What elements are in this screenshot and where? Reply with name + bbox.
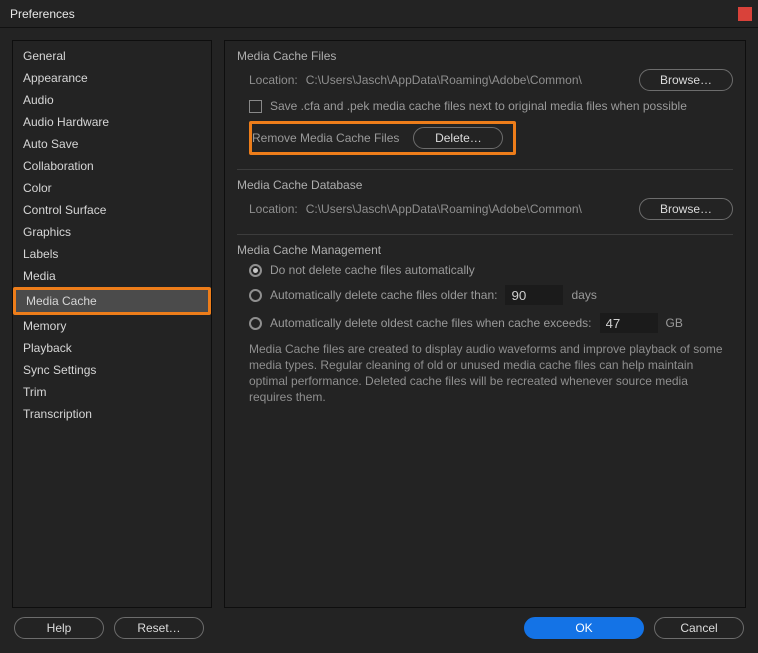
titlebar: Preferences (0, 0, 758, 28)
management-info: Media Cache files are created to display… (249, 341, 729, 405)
sidebar-item-auto-save[interactable]: Auto Save (13, 133, 211, 155)
dialog-footer: Help Reset… OK Cancel (0, 608, 758, 648)
radio-label: Automatically delete cache files older t… (270, 288, 497, 302)
ok-button[interactable]: OK (524, 617, 644, 639)
sidebar-item-sync-settings[interactable]: Sync Settings (13, 359, 211, 381)
highlight-remove-cache: Remove Media Cache Files Delete… (249, 121, 516, 155)
help-button[interactable]: Help (14, 617, 104, 639)
sidebar-item-general[interactable]: General (13, 45, 211, 67)
cancel-button[interactable]: Cancel (654, 617, 744, 639)
reset-button[interactable]: Reset… (114, 617, 204, 639)
days-input[interactable] (505, 285, 563, 305)
sidebar-item-color[interactable]: Color (13, 177, 211, 199)
close-icon[interactable] (738, 7, 752, 21)
section-cache-db: Media Cache Database Location: C:\Users\… (237, 178, 733, 220)
save-next-to-label: Save .cfa and .pek media cache files nex… (270, 99, 687, 113)
location-label: Location: (249, 202, 298, 216)
sidebar-item-playback[interactable]: Playback (13, 337, 211, 359)
browse-button[interactable]: Browse… (639, 69, 733, 91)
sidebar-item-collaboration[interactable]: Collaboration (13, 155, 211, 177)
sidebar-item-media-cache[interactable]: Media Cache (16, 290, 208, 312)
section-cache-files: Media Cache Files Location: C:\Users\Jas… (237, 49, 733, 155)
highlight-media-cache: Media Cache (13, 287, 211, 315)
section-title: Media Cache Management (237, 243, 733, 257)
radio-do-not-delete[interactable] (249, 264, 262, 277)
sidebar-item-audio-hardware[interactable]: Audio Hardware (13, 111, 211, 133)
radio-label: Automatically delete oldest cache files … (270, 316, 592, 330)
cache-files-path: C:\Users\Jasch\AppData\Roaming\Adobe\Com… (306, 73, 631, 87)
sidebar-item-audio[interactable]: Audio (13, 89, 211, 111)
sidebar-item-control-surface[interactable]: Control Surface (13, 199, 211, 221)
delete-button[interactable]: Delete… (413, 127, 503, 149)
cache-db-path: C:\Users\Jasch\AppData\Roaming\Adobe\Com… (306, 202, 631, 216)
preferences-sidebar: General Appearance Audio Audio Hardware … (12, 40, 212, 608)
sidebar-item-transcription[interactable]: Transcription (13, 403, 211, 425)
preferences-main: Media Cache Files Location: C:\Users\Jas… (224, 40, 746, 608)
sidebar-item-trim[interactable]: Trim (13, 381, 211, 403)
days-suffix: days (571, 288, 596, 302)
section-title: Media Cache Database (237, 178, 733, 192)
save-next-to-checkbox[interactable] (249, 100, 262, 113)
section-cache-management: Media Cache Management Do not delete cac… (237, 243, 733, 405)
gb-input[interactable] (600, 313, 658, 333)
remove-cache-label: Remove Media Cache Files (252, 131, 399, 145)
sidebar-item-memory[interactable]: Memory (13, 315, 211, 337)
radio-label: Do not delete cache files automatically (270, 263, 475, 277)
gb-suffix: GB (666, 316, 683, 330)
location-label: Location: (249, 73, 298, 87)
radio-delete-older-than[interactable] (249, 289, 262, 302)
window-title: Preferences (10, 7, 738, 21)
sidebar-item-appearance[interactable]: Appearance (13, 67, 211, 89)
sidebar-item-graphics[interactable]: Graphics (13, 221, 211, 243)
sidebar-item-labels[interactable]: Labels (13, 243, 211, 265)
sidebar-item-media[interactable]: Media (13, 265, 211, 287)
browse-button[interactable]: Browse… (639, 198, 733, 220)
radio-delete-when-exceeds[interactable] (249, 317, 262, 330)
section-title: Media Cache Files (237, 49, 733, 63)
